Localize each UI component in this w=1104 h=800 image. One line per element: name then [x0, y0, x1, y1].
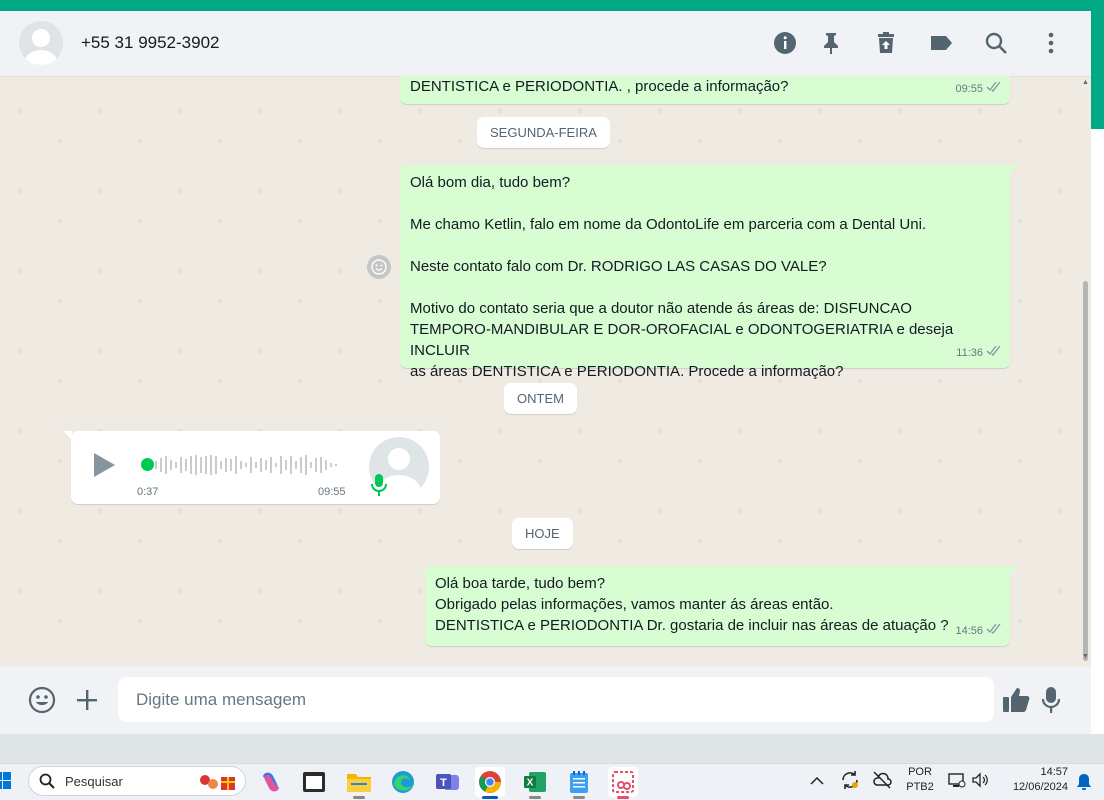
message-time: 09:55 — [955, 83, 983, 95]
message-text: DENTISTICA e PERIODONTIA. , procede a in… — [410, 78, 789, 95]
audio-duration: 0:37 — [137, 486, 159, 498]
bubble-tail — [63, 431, 72, 440]
attach-plus-icon[interactable] — [71, 684, 103, 716]
message-composer — [0, 666, 1091, 734]
delete-icon[interactable] — [872, 29, 900, 57]
whatsapp-window: +55 31 9952-3902 DENTISTICA e PERIODONTI… — [0, 11, 1091, 734]
chat-header[interactable]: +55 31 9952-3902 — [0, 11, 1091, 77]
search-label: Pesquisar — [65, 774, 123, 789]
audio-message[interactable]: 0:37 09:55 — [63, 431, 440, 504]
react-emoji-icon[interactable] — [367, 255, 391, 279]
language-indicator[interactable]: POR PTB2 — [903, 764, 937, 793]
notepad-app-icon[interactable] — [564, 767, 594, 799]
taskbar-search[interactable]: Pesquisar — [28, 766, 246, 796]
audio-waveform[interactable] — [155, 452, 345, 478]
pin-icon[interactable] — [817, 29, 845, 57]
network-icon[interactable] — [948, 771, 966, 794]
chat-scrollbar[interactable]: ▲ ▼ — [1081, 79, 1089, 663]
svg-text:X: X — [527, 778, 534, 789]
file-explorer-icon[interactable] — [344, 767, 374, 799]
contact-name[interactable]: +55 31 9952-3902 — [81, 33, 220, 53]
clock[interactable]: 14:57 12/06/2024 — [1000, 764, 1068, 793]
double-check-icon — [986, 343, 1002, 364]
message-time: 11:36 — [956, 347, 983, 359]
message-text: Olá boa tarde, tudo bem? Obrigado pelas … — [435, 575, 949, 634]
bubble-tail — [1009, 165, 1018, 174]
top-accent-bar — [0, 0, 1104, 11]
voice-mic-icon[interactable] — [1035, 684, 1067, 716]
chevron-up-icon[interactable] — [810, 773, 824, 791]
audio-progress-handle[interactable] — [141, 458, 154, 471]
message-input[interactable] — [118, 677, 994, 722]
message-outgoing[interactable]: Olá bom dia, tudo bem? Me chamo Ketlin, … — [400, 165, 1018, 380]
copilot-app-icon[interactable] — [256, 767, 286, 797]
message-outgoing[interactable]: DENTISTICA e PERIODONTIA. , procede a in… — [400, 76, 1010, 104]
double-check-icon — [986, 621, 1002, 642]
info-icon[interactable] — [771, 29, 799, 57]
date-separator: SEGUNDA-FEIRA — [477, 117, 610, 148]
volume-icon[interactable] — [971, 771, 989, 794]
windows-taskbar: Pesquisar T X POR PTB2 14:57 12/06/2024 — [0, 763, 1104, 800]
thumbs-up-icon[interactable] — [1000, 684, 1032, 716]
notification-bell-icon[interactable] — [1076, 773, 1092, 796]
search-highlight-icon — [197, 772, 239, 797]
message-time: 09:55 — [318, 486, 346, 498]
message-outgoing[interactable]: Olá boa tarde, tudo bem? Obrigado pelas … — [425, 566, 1018, 646]
emoji-icon[interactable] — [26, 684, 58, 716]
language-code: POR — [908, 766, 932, 778]
clock-date: 12/06/2024 — [1012, 781, 1068, 793]
mic-icon — [371, 473, 387, 502]
chrome-app-icon[interactable] — [475, 767, 505, 799]
message-meta: 11:36 — [956, 343, 1002, 364]
windows-start-icon[interactable] — [0, 772, 12, 795]
message-meta: 09:55 — [955, 79, 1002, 100]
svg-text:T: T — [440, 777, 447, 789]
cloud-offline-icon[interactable] — [872, 771, 892, 794]
clock-time: 14:57 — [1040, 766, 1068, 778]
search-icon — [39, 773, 55, 794]
window-edge-accent — [1091, 11, 1104, 129]
message-meta: 14:56 — [955, 621, 1002, 642]
scroll-down-arrow-icon[interactable]: ▼ — [1082, 653, 1089, 660]
excel-app-icon[interactable]: X — [520, 767, 550, 799]
bubble-tail — [1009, 566, 1018, 575]
message-text: Olá bom dia, tudo bem? Me chamo Ketlin, … — [410, 174, 954, 380]
edge-browser-icon[interactable] — [388, 767, 418, 797]
menu-icon[interactable] — [1037, 29, 1065, 57]
date-separator: HOJE — [512, 518, 573, 549]
keyboard-layout: PTB2 — [906, 781, 934, 793]
message-list[interactable]: DENTISTICA e PERIODONTIA. , procede a in… — [0, 76, 1091, 666]
date-separator: ONTEM — [504, 383, 577, 414]
sync-icon[interactable] — [840, 770, 860, 795]
contact-avatar[interactable] — [19, 21, 63, 65]
label-icon[interactable] — [927, 29, 955, 57]
play-icon[interactable] — [91, 451, 117, 484]
message-time: 14:56 — [955, 625, 983, 637]
snipping-tool-icon[interactable] — [608, 767, 638, 799]
scrollbar-thumb[interactable] — [1083, 281, 1088, 661]
scroll-up-arrow-icon[interactable]: ▲ — [1082, 79, 1089, 86]
terminal-app-icon[interactable] — [299, 767, 329, 797]
teams-app-icon[interactable]: T — [433, 767, 463, 797]
double-check-icon — [986, 79, 1002, 100]
search-icon[interactable] — [982, 29, 1010, 57]
